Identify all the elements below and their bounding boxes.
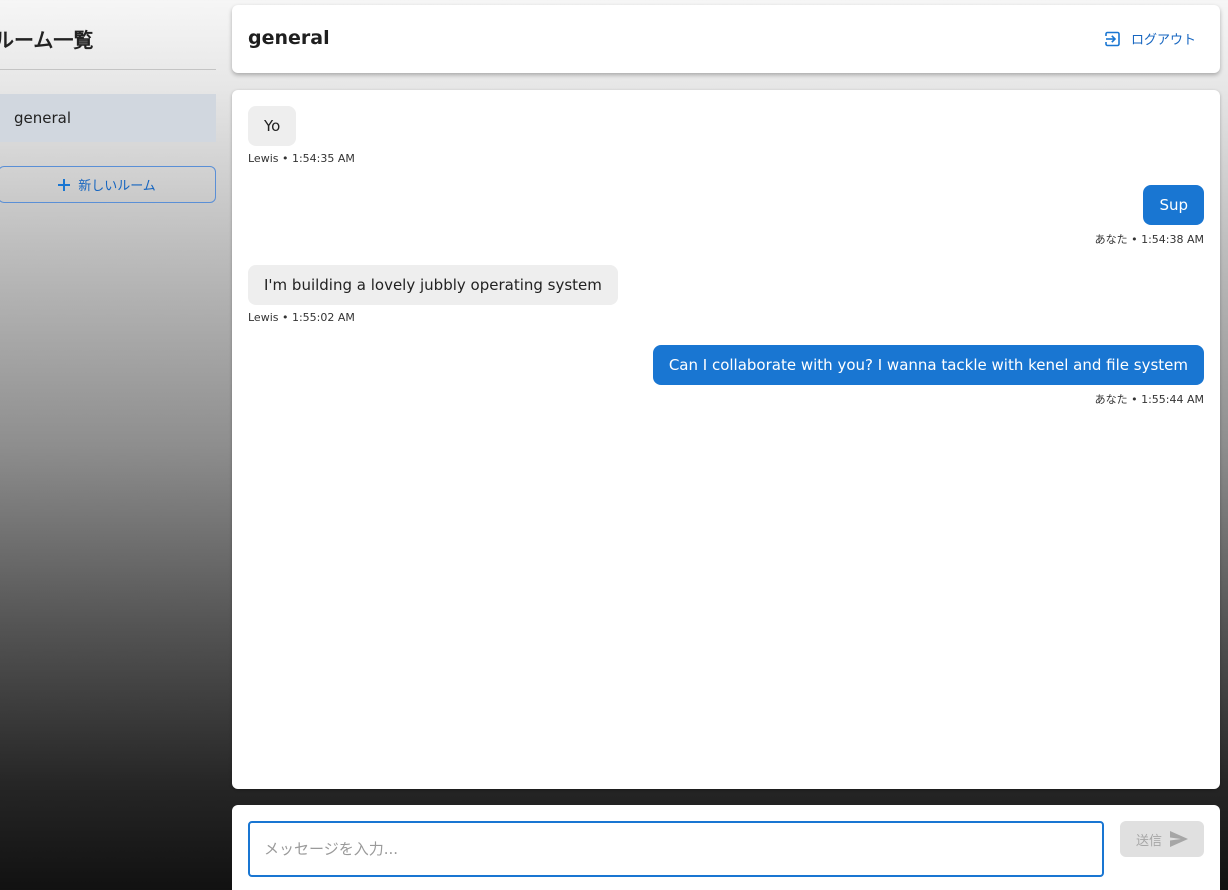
message-bubble: Can I collaborate with you? I wanna tack… [652, 345, 1204, 385]
room-item-general[interactable]: general [0, 94, 216, 142]
message-meta: あなた • 1:55:44 AM [1094, 393, 1204, 406]
sidebar-title: ルーム一覧 [0, 28, 94, 52]
message-bubble: I'm building a lovely jubbly operating s… [248, 265, 618, 305]
room-title: general [248, 27, 330, 49]
message-bubble: Yo [248, 106, 297, 146]
message-input[interactable] [248, 821, 1104, 877]
logout-button[interactable]: ログアウト [1104, 29, 1196, 48]
send-label: 送信 [1135, 833, 1162, 849]
plus-icon [58, 178, 71, 191]
message-bubble: Sup [1143, 185, 1204, 225]
chat-header: general ログアウト [232, 5, 1220, 73]
room-sidebar: ルーム一覧 general 新しいルーム [0, 0, 224, 890]
send-icon [1170, 831, 1188, 847]
message-list[interactable]: Yo Lewis • 1:54:35 AM Sup あなた • 1:54:38 … [232, 90, 1220, 789]
sidebar-divider [0, 69, 216, 70]
message-meta: あなた • 1:54:38 AM [1094, 233, 1204, 246]
new-room-button[interactable]: 新しいルーム [0, 166, 216, 203]
new-room-label: 新しいルーム [78, 179, 156, 194]
logout-label: ログアウト [1130, 33, 1196, 48]
send-button[interactable]: 送信 [1120, 821, 1204, 857]
message-meta: Lewis • 1:55:02 AM [248, 311, 355, 324]
message-meta: Lewis • 1:54:35 AM [248, 152, 355, 165]
logout-icon [1104, 31, 1120, 46]
message-composer: 送信 [232, 805, 1220, 890]
